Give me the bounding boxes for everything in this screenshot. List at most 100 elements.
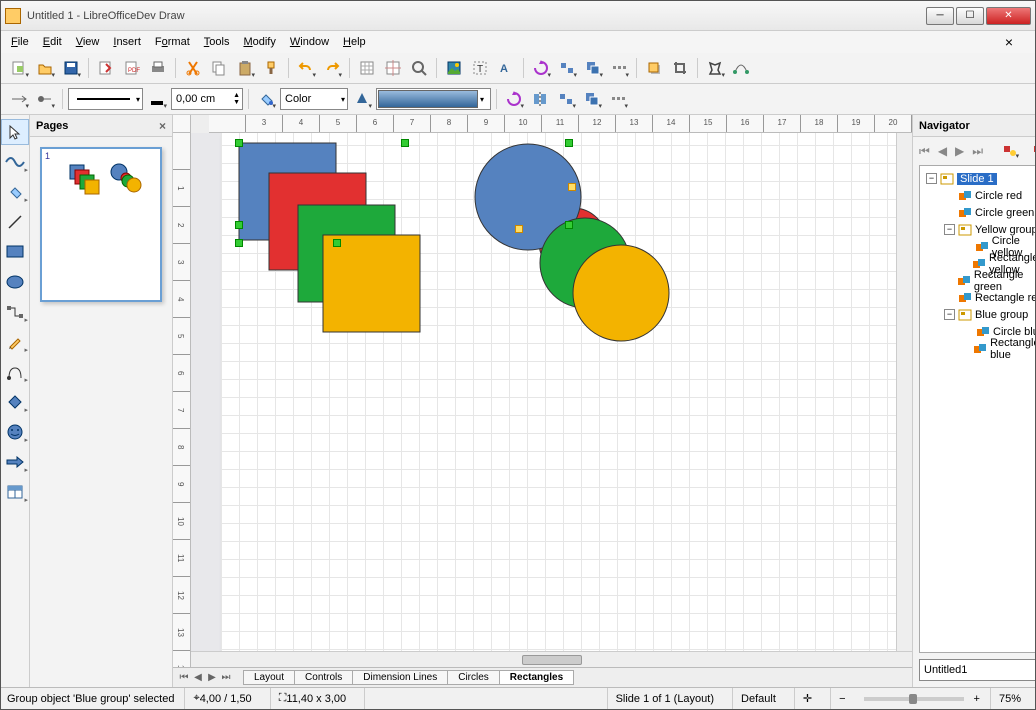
fill-color-button[interactable]: [350, 87, 374, 111]
connector-tool[interactable]: [1, 299, 29, 325]
menu-insert[interactable]: Insert: [113, 36, 141, 48]
tree-item[interactable]: Circle green: [922, 204, 1035, 221]
tree-item[interactable]: Circle red: [922, 187, 1035, 204]
arrange-button[interactable]: [581, 56, 605, 80]
distribute-button[interactable]: [607, 56, 631, 80]
menu-file[interactable]: File: [11, 36, 29, 48]
zoom-value[interactable]: 75%: [990, 688, 1029, 709]
arrow-style-button[interactable]: [7, 87, 31, 111]
vertical-ruler[interactable]: 1234567891011121314: [173, 133, 191, 667]
curve-tool[interactable]: [1, 359, 29, 385]
layer-tab-circles[interactable]: Circles: [447, 670, 500, 685]
rectangle-tool[interactable]: [1, 239, 29, 265]
tab-last-icon[interactable]: ⏭: [219, 672, 233, 683]
crop-button[interactable]: [668, 56, 692, 80]
nav-next-icon[interactable]: ▶: [955, 144, 964, 158]
redo-button[interactable]: [320, 56, 344, 80]
nav-shapes-button[interactable]: [999, 141, 1021, 161]
menu-tools[interactable]: Tools: [204, 36, 230, 48]
tab-first-icon[interactable]: ⏮: [177, 672, 191, 683]
layer-tab-rectangles[interactable]: Rectangles: [499, 670, 574, 685]
line-style-combo[interactable]: ▾: [68, 88, 143, 110]
fill-gradient-combo[interactable]: ▾: [376, 88, 491, 110]
line-tool[interactable]: [1, 209, 29, 235]
nav-prev-icon[interactable]: ◀: [938, 144, 947, 158]
navigator-tree[interactable]: −Slide 1Circle redCircle green−Yellow gr…: [919, 165, 1035, 653]
layer-tab-controls[interactable]: Controls: [294, 670, 353, 685]
zoom-out-icon[interactable]: −: [830, 688, 853, 709]
image-button[interactable]: [442, 56, 466, 80]
menu-format[interactable]: Format: [155, 36, 190, 48]
line-endcap-button[interactable]: [33, 87, 57, 111]
zoom-slider[interactable]: [864, 697, 964, 701]
select-tool[interactable]: [1, 119, 29, 145]
tab-prev-icon[interactable]: ◀: [191, 672, 205, 683]
export-button[interactable]: [94, 56, 118, 80]
tree-item[interactable]: Rectangle blue: [922, 340, 1035, 357]
undo-button[interactable]: [294, 56, 318, 80]
format-paintbrush-button[interactable]: [259, 56, 283, 80]
status-fit-icon[interactable]: ✛: [794, 688, 820, 709]
paste-button[interactable]: [233, 56, 257, 80]
layer-tab-layout[interactable]: Layout: [243, 670, 295, 685]
layer-tab-dimension-lines[interactable]: Dimension Lines: [352, 670, 448, 685]
rotate-button-2[interactable]: [502, 87, 526, 111]
fill-type-combo[interactable]: Color▾: [280, 88, 348, 110]
polygon-button[interactable]: [703, 56, 727, 80]
tree-item[interactable]: Rectangle red: [922, 289, 1035, 306]
save-button[interactable]: [59, 56, 83, 80]
pencil-tool[interactable]: [1, 329, 29, 355]
line-width-spinner[interactable]: 0,00 cm▲▼: [171, 88, 243, 110]
tree-item[interactable]: −Slide 1: [922, 170, 1035, 187]
navigator-doc-combo[interactable]: Untitled1▾: [919, 659, 1035, 681]
menu-modify[interactable]: Modify: [243, 36, 275, 48]
minimize-button[interactable]: ─: [926, 7, 954, 25]
line-wave-tool[interactable]: [1, 149, 29, 175]
points-button[interactable]: [729, 56, 753, 80]
fill-bucket-button[interactable]: [254, 87, 278, 111]
smiley-tool[interactable]: [1, 419, 29, 445]
helplines-button[interactable]: [381, 56, 405, 80]
page-thumbnail[interactable]: 1: [40, 147, 162, 302]
tree-item[interactable]: Rectangle green: [922, 272, 1035, 289]
menu-window[interactable]: Window: [290, 36, 329, 48]
table-tool[interactable]: [1, 479, 29, 505]
fontwork-button[interactable]: A: [494, 56, 518, 80]
ellipse-tool[interactable]: [1, 269, 29, 295]
distribute-button-2[interactable]: [606, 87, 630, 111]
flip-button[interactable]: [528, 87, 552, 111]
zoom-button[interactable]: [407, 56, 431, 80]
fill-tool[interactable]: [1, 179, 29, 205]
horizontal-ruler[interactable]: 34567891011121314151617181920: [209, 115, 912, 133]
align-button-2[interactable]: [554, 87, 578, 111]
menu-help[interactable]: Help: [343, 36, 366, 48]
pdf-button[interactable]: PDF: [120, 56, 144, 80]
vertical-scrollbar[interactable]: [896, 133, 912, 667]
pages-panel-close-icon[interactable]: ×: [159, 119, 166, 133]
menu-view[interactable]: View: [76, 36, 100, 48]
tab-next-icon[interactable]: ▶: [205, 672, 219, 683]
canvas-viewport[interactable]: [191, 133, 912, 667]
nav-first-icon[interactable]: ⏮: [919, 144, 930, 159]
open-button[interactable]: [33, 56, 57, 80]
grid-button[interactable]: [355, 56, 379, 80]
arrow-tool[interactable]: [1, 449, 29, 475]
copy-button[interactable]: [207, 56, 231, 80]
nav-last-icon[interactable]: ⏭: [972, 144, 983, 159]
diamond-tool[interactable]: [1, 389, 29, 415]
document-close-icon[interactable]: ×: [1005, 34, 1013, 50]
print-button[interactable]: [146, 56, 170, 80]
rotate-button[interactable]: [529, 56, 553, 80]
maximize-button[interactable]: ☐: [956, 7, 984, 25]
zoom-in-icon[interactable]: +: [974, 693, 980, 705]
tree-item[interactable]: −Blue group: [922, 306, 1035, 323]
cut-button[interactable]: [181, 56, 205, 80]
arrange-button-2[interactable]: [580, 87, 604, 111]
shadow-button[interactable]: [642, 56, 666, 80]
line-color-button[interactable]: [145, 87, 169, 111]
text-button[interactable]: T: [468, 56, 492, 80]
align-button[interactable]: [555, 56, 579, 80]
menu-edit[interactable]: Edit: [43, 36, 62, 48]
new-button[interactable]: [7, 56, 31, 80]
horizontal-scrollbar[interactable]: [191, 651, 912, 667]
